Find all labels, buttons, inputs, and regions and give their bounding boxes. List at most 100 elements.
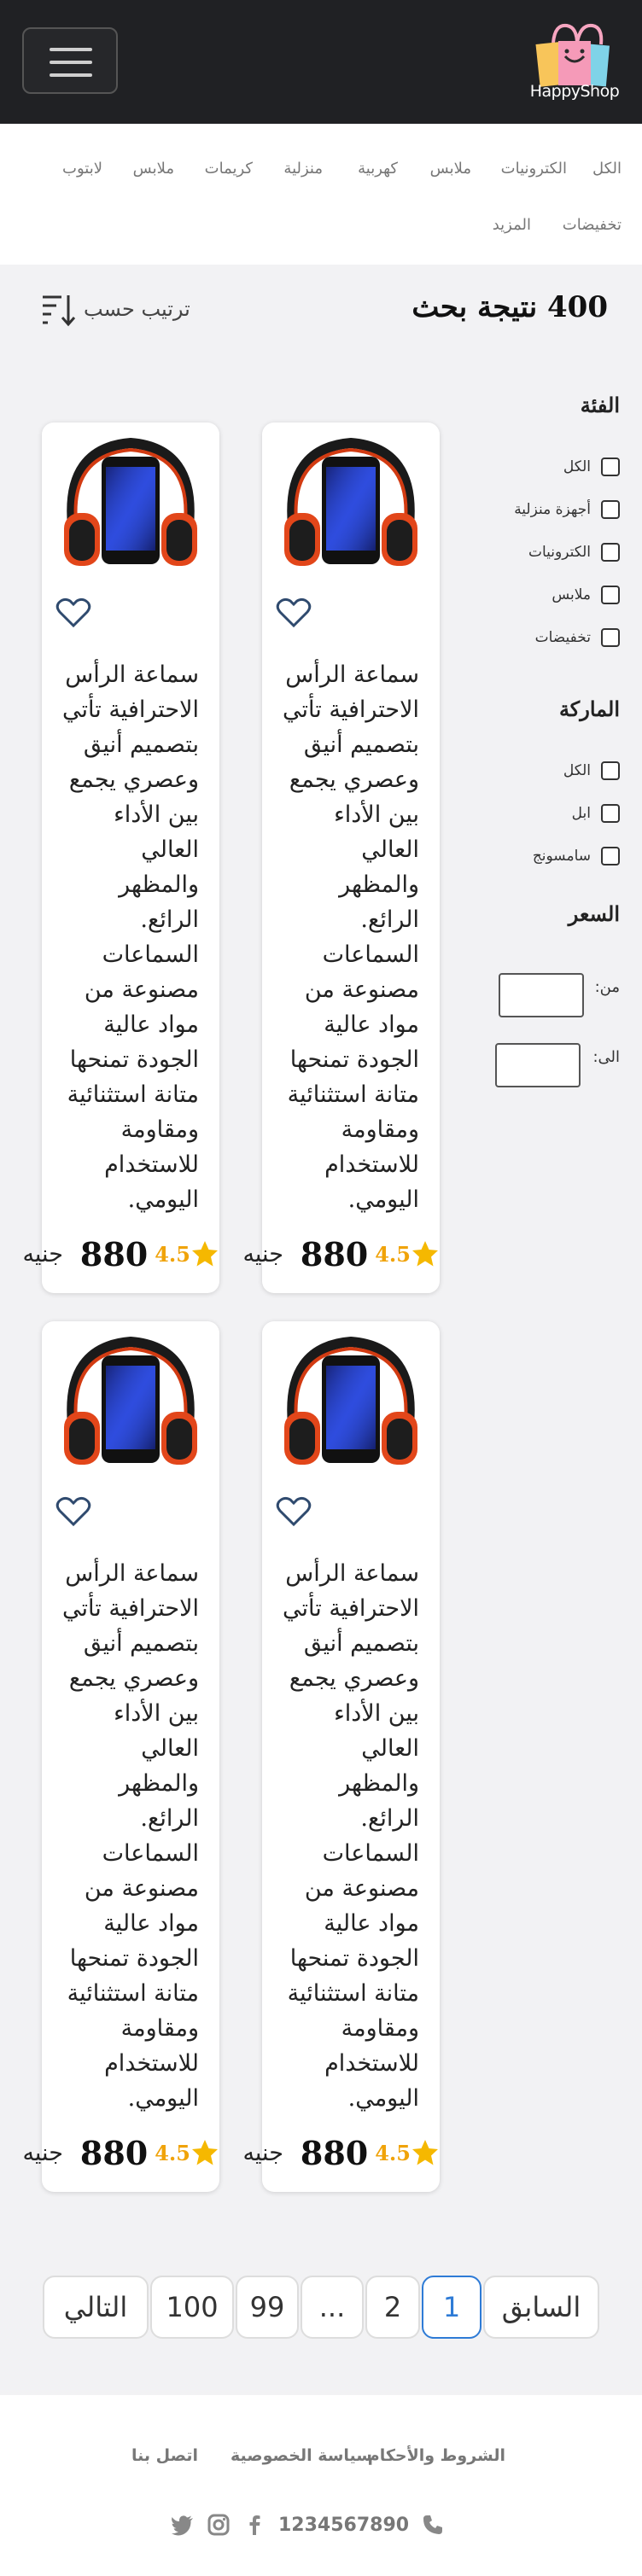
product-card[interactable]: سماعة الرأس الاحترافية تأتي بتصميم أنيق … <box>22 1321 219 2192</box>
checkbox[interactable] <box>601 458 620 476</box>
product-price: 880 <box>300 2133 369 2172</box>
pagination-page-99[interactable]: 99 <box>236 2276 299 2339</box>
instagram-icon[interactable] <box>207 2513 231 2537</box>
phone-number[interactable]: 1234567890 <box>278 2515 409 2536</box>
product-image[interactable] <box>57 1330 204 1475</box>
product-description: سماعة الرأس الاحترافية تأتي بتصميم أنيق … <box>61 1560 199 2112</box>
nav-item-clothes-2[interactable]: ملابس <box>133 160 174 178</box>
product-price: 880 <box>79 1234 149 1273</box>
brand-option-all[interactable]: الكل <box>563 761 620 780</box>
checkbox[interactable] <box>601 586 620 604</box>
pagination-prev-button[interactable]: السابق <box>483 2276 599 2339</box>
facebook-icon[interactable] <box>242 2513 266 2537</box>
product-card[interactable]: سماعة الرأس الاحترافية تأتي بتصميم أنيق … <box>242 1321 440 2192</box>
category-option-electronics[interactable]: الكترونيات <box>528 543 620 562</box>
product-card[interactable]: سماعة الرأس الاحترافية تأتي بتصميم أنيق … <box>242 423 440 1293</box>
brand-option-samsung[interactable]: سامسونج <box>533 847 620 865</box>
price-rating-row: 4.5 880 جنيه <box>0 1235 219 1273</box>
sort-icon <box>43 295 76 327</box>
filter-label: أجهزة منزلية <box>514 501 591 518</box>
checkbox[interactable] <box>601 761 620 780</box>
category-option-all[interactable]: الكل <box>563 458 620 476</box>
category-nav: الكل الكترونيات ملابس كهربية منزلية كريم… <box>0 124 642 265</box>
sort-button[interactable]: ترتيب حسب <box>39 290 190 328</box>
price-from-label: من: <box>594 978 620 996</box>
checkbox[interactable] <box>601 628 620 647</box>
nav-item-all[interactable]: الكل <box>592 160 622 178</box>
brand-filter-heading: الماركة <box>558 696 620 721</box>
star-icon <box>411 2138 440 2167</box>
sort-label: ترتيب حسب <box>84 297 190 321</box>
pagination-ellipsis: ... <box>301 2276 364 2339</box>
pagination-next-button[interactable]: التالي <box>43 2276 149 2339</box>
brand-option-apple[interactable]: ابل <box>572 804 620 823</box>
pagination-page-2[interactable]: 2 <box>365 2276 420 2339</box>
star-icon <box>190 1239 219 1268</box>
category-option-home-appliances[interactable]: أجهزة منزلية <box>514 500 620 519</box>
nav-item-creams[interactable]: كريمات <box>205 160 253 178</box>
checkbox[interactable] <box>601 847 620 865</box>
price-rating-row: 4.5 880 جنيه <box>218 1235 440 1273</box>
footer-link-contact[interactable]: اتصل بنا <box>131 2446 198 2465</box>
product-description: سماعة الرأس الاحترافية تأتي بتصميم أنيق … <box>282 1560 419 2112</box>
filter-label: ابل <box>571 805 591 822</box>
price-rating-row: 4.5 880 جنيه <box>0 2133 219 2172</box>
logo-text[interactable]: HappyShop <box>528 82 622 101</box>
nav-item-home[interactable]: منزلية <box>283 160 323 178</box>
product-rating: 4.5 <box>375 1241 411 1267</box>
filter-label: تخفيضات <box>534 629 591 646</box>
filter-label: سامسونج <box>532 848 591 865</box>
product-rating: 4.5 <box>155 1241 190 1267</box>
pagination-page-100[interactable]: 100 <box>150 2276 234 2339</box>
nav-item-electronics[interactable]: الكترونيات <box>501 160 567 178</box>
product-price: 880 <box>79 2133 149 2172</box>
heart-icon[interactable] <box>55 597 91 628</box>
pagination-page-1[interactable]: 1 <box>422 2276 482 2339</box>
filter-label: الكل <box>563 458 591 475</box>
twitter-icon[interactable] <box>171 2513 195 2537</box>
price-rating-row: 4.5 880 جنيه <box>218 2133 440 2172</box>
hamburger-menu-icon[interactable] <box>22 27 118 94</box>
product-card[interactable]: سماعة الرأس الاحترافية تأتي بتصميم أنيق … <box>22 423 219 1293</box>
price-to-label: الى: <box>592 1048 620 1066</box>
price-from-input[interactable] <box>499 973 584 1017</box>
footer-link-terms[interactable]: الشروط والأحكام <box>368 2446 505 2465</box>
product-currency: جنيه <box>22 2139 63 2166</box>
product-currency: جنيه <box>22 1240 63 1268</box>
checkbox[interactable] <box>601 804 620 823</box>
product-image[interactable] <box>277 431 424 576</box>
category-option-sales[interactable]: تخفيضات <box>535 628 620 647</box>
star-icon <box>190 2138 219 2167</box>
product-image[interactable] <box>57 431 204 576</box>
checkbox[interactable] <box>601 543 620 562</box>
nav-item-electrical[interactable]: كهربية <box>358 160 398 178</box>
product-description: سماعة الرأس الاحترافية تأتي بتصميم أنيق … <box>282 661 419 1213</box>
results-count-title: 400 نتيجة بحث <box>411 290 608 324</box>
category-filter-heading: الفئة <box>580 393 620 417</box>
product-image[interactable] <box>277 1330 424 1475</box>
product-rating: 4.5 <box>155 2140 190 2165</box>
nav-item-more[interactable]: المزيد <box>493 216 531 234</box>
category-option-clothes[interactable]: ملابس <box>552 586 620 604</box>
price-to-input[interactable] <box>495 1043 581 1087</box>
top-header: HappyShop <box>0 0 642 124</box>
product-description: سماعة الرأس الاحترافية تأتي بتصميم أنيق … <box>61 661 199 1213</box>
footer: الشروط والأحكام سياسة الخصوصية اتصل بنا … <box>0 2395 642 2576</box>
heart-icon[interactable] <box>276 597 312 628</box>
nav-item-laptop[interactable]: لابتوب <box>62 160 102 178</box>
product-currency: جنيه <box>242 1240 283 1268</box>
star-icon <box>411 1239 440 1268</box>
checkbox[interactable] <box>601 500 620 519</box>
footer-link-privacy[interactable]: سياسة الخصوصية <box>231 2446 372 2465</box>
contact-row: 1234567890 <box>171 2513 445 2537</box>
nav-item-clothes[interactable]: ملابس <box>430 160 471 178</box>
heart-icon[interactable] <box>55 1496 91 1527</box>
heart-icon[interactable] <box>276 1496 312 1527</box>
filter-label: الكترونيات <box>528 544 591 561</box>
nav-item-sales[interactable]: تخفيضات <box>563 216 622 234</box>
price-filter-heading: السعر <box>568 901 620 926</box>
product-rating: 4.5 <box>375 2140 411 2165</box>
filter-label: الكل <box>563 762 591 779</box>
filter-label: ملابس <box>552 586 591 603</box>
product-currency: جنيه <box>242 2139 283 2166</box>
